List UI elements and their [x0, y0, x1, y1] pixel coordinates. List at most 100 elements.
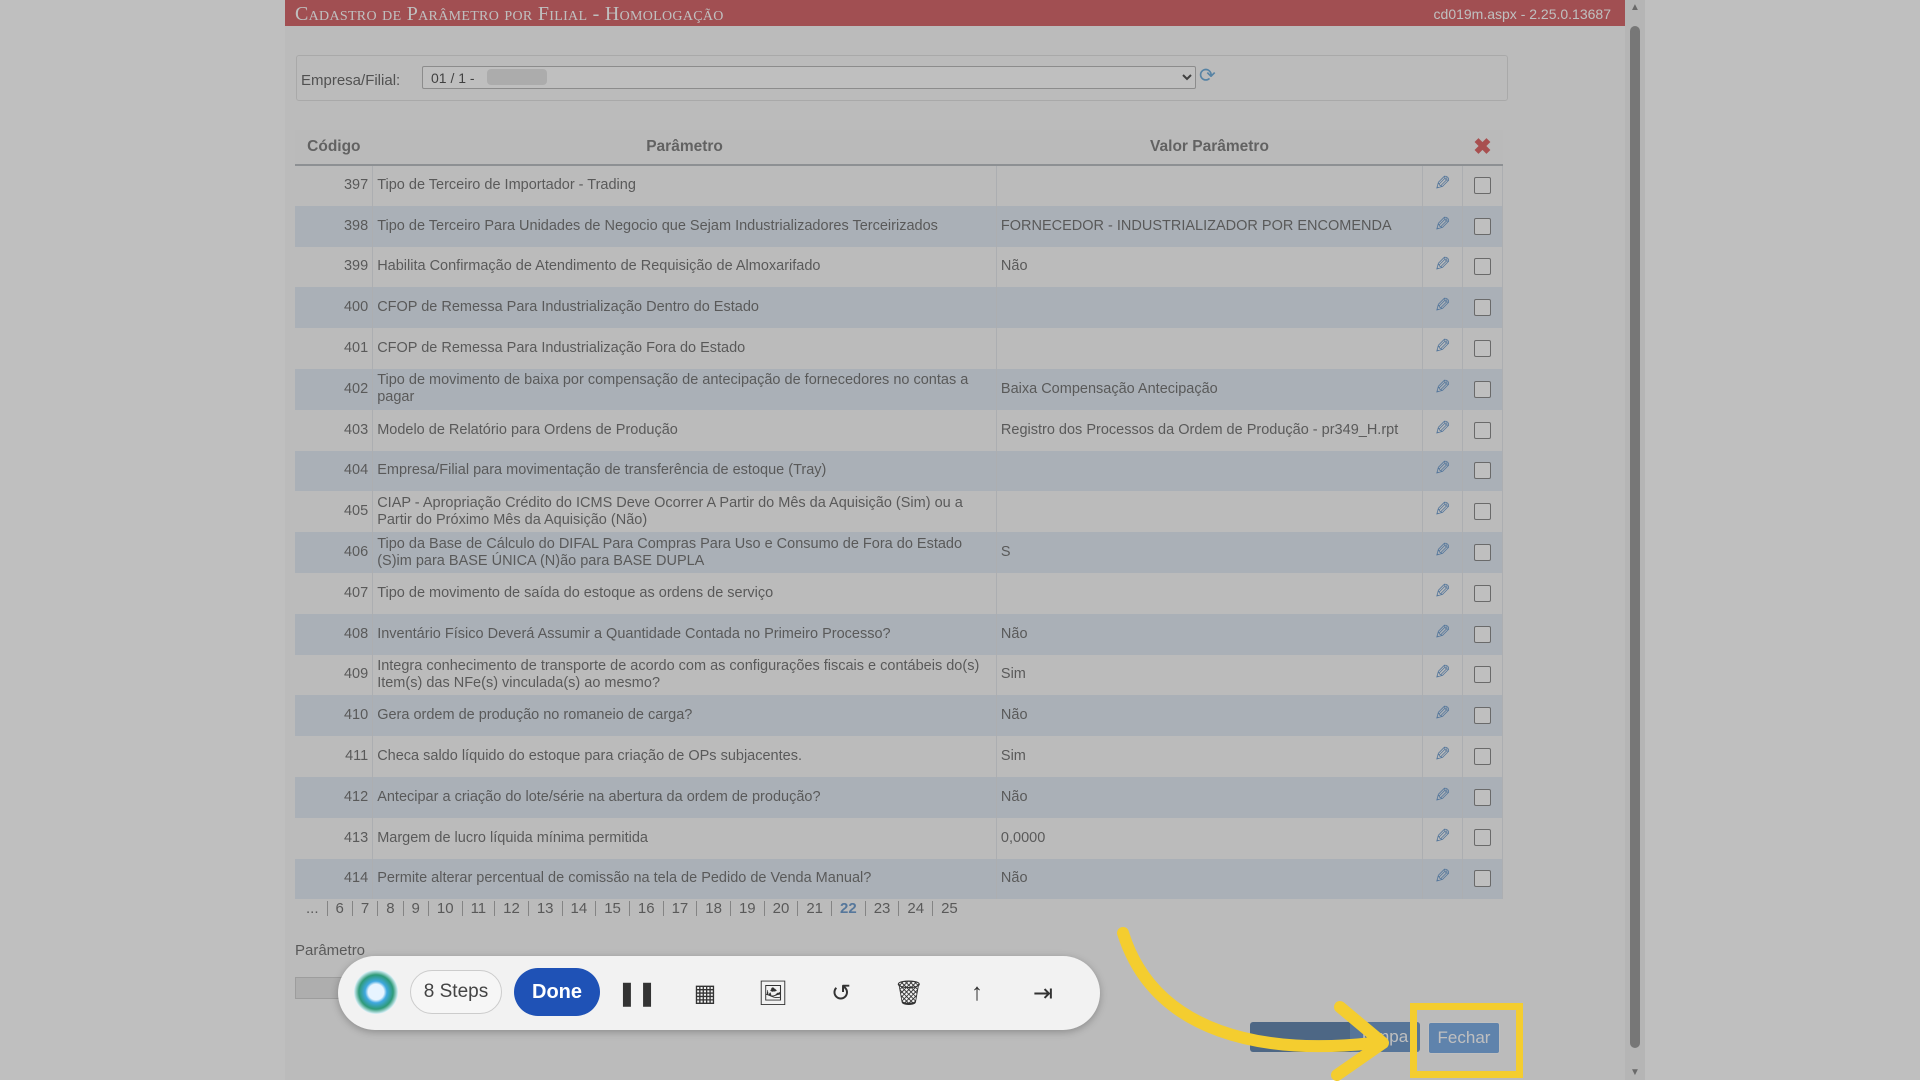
table-row[interactable]: 405 CIAP - Apropriação Crédito do ICMS De… [295, 491, 1503, 533]
table-row[interactable]: 397 Tipo de Terceiro de Importador - Trad… [295, 165, 1503, 206]
page-link[interactable]: 16 [630, 901, 664, 916]
table-row[interactable]: 409 Integra conhecimento de transporte de… [295, 654, 1503, 696]
row-code: 405 [295, 491, 374, 533]
page-link[interactable]: 13 [529, 901, 563, 916]
edit-pencil-icon[interactable]: ✎ [1434, 866, 1451, 888]
row-checkbox[interactable] [1474, 584, 1492, 602]
steps-counter[interactable]: 8 Steps [410, 970, 502, 1014]
row-checkbox[interactable] [1474, 625, 1492, 643]
table-row[interactable]: 402 Tipo de movimento de baixa por compen… [295, 368, 1503, 410]
table-row[interactable]: 412 Antecipar a criação do lote/série na … [295, 776, 1503, 818]
row-checkbox[interactable] [1474, 299, 1492, 317]
row-checkbox[interactable] [1474, 503, 1492, 521]
page-link[interactable]: 8 [378, 901, 404, 916]
table-row[interactable]: 407 Tipo de movimento de saída do estoque… [295, 572, 1503, 614]
header-value[interactable]: Valor Parâmetro [996, 130, 1423, 166]
row-edit: ✎ [1422, 736, 1464, 777]
page-link[interactable]: 9 [404, 901, 429, 916]
page-link[interactable]: 21 [798, 901, 833, 916]
edit-pencil-icon[interactable]: ✎ [1434, 418, 1451, 440]
table-row[interactable]: 400 CFOP de Remessa Para Industrialização… [295, 287, 1503, 329]
row-checkbox[interactable] [1474, 217, 1492, 235]
row-checkbox[interactable] [1474, 829, 1492, 847]
blur-icon[interactable]: ▦ [690, 978, 720, 1008]
edit-pencil-icon[interactable]: ✎ [1434, 377, 1451, 399]
skip-icon[interactable]: ⇥ [1028, 978, 1058, 1008]
edit-pencil-icon[interactable]: ✎ [1434, 499, 1451, 521]
page-link[interactable]: 15 [596, 901, 630, 916]
row-select [1462, 532, 1503, 573]
page-link[interactable]: 12 [495, 901, 529, 916]
row-value: Não [996, 858, 1424, 900]
table-row[interactable]: 403 Modelo de Relatório para Ordens de Pr… [295, 409, 1503, 451]
undo-icon[interactable]: ↺ [826, 978, 856, 1008]
row-checkbox[interactable] [1474, 788, 1492, 806]
row-checkbox[interactable] [1474, 666, 1492, 684]
table-row[interactable]: 399 Habilita Confirmação de Atendimento d… [295, 246, 1503, 288]
delete-selected-icon[interactable]: ✖ [1473, 134, 1491, 159]
page-link[interactable]: ... [298, 901, 328, 916]
edit-pencil-icon[interactable]: ✎ [1434, 295, 1451, 317]
row-checkbox[interactable] [1474, 177, 1492, 195]
page-link[interactable]: 22 [832, 901, 866, 916]
trash-icon[interactable]: 🗑 [894, 978, 924, 1008]
page-link[interactable]: 19 [731, 901, 765, 916]
row-checkbox[interactable] [1474, 543, 1492, 561]
table-row[interactable]: 401 CFOP de Remessa Para Industrialização… [295, 328, 1503, 369]
edit-pencil-icon[interactable]: ✎ [1434, 540, 1451, 562]
edit-pencil-icon[interactable]: ✎ [1434, 744, 1451, 766]
image-icon[interactable]: 🖼 [758, 978, 788, 1008]
row-checkbox[interactable] [1474, 258, 1492, 276]
table-row[interactable]: 404 Empresa/Filial para movimentação de t… [295, 450, 1503, 492]
edit-pencil-icon[interactable]: ✎ [1434, 254, 1451, 276]
row-select [1462, 736, 1503, 777]
table-row[interactable]: 408 Inventário Físico Deverá Assumir a Qu… [295, 613, 1503, 655]
table-row[interactable]: 398 Tipo de Terceiro Para Unidades de Neg… [295, 205, 1503, 247]
done-button[interactable]: Done [514, 968, 600, 1016]
page-link[interactable]: 14 [563, 901, 597, 916]
edit-pencil-icon[interactable]: ✎ [1434, 703, 1451, 725]
table-row[interactable]: 413 Margem de lucro líquida mínima permit… [295, 817, 1503, 859]
vertical-scrollbar[interactable]: ▲ ▼ [1625, 0, 1645, 1080]
edit-pencil-icon[interactable]: ✎ [1434, 826, 1451, 848]
table-row[interactable]: 414 Permite alterar percentual de comissã… [295, 858, 1503, 900]
row-checkbox[interactable] [1474, 380, 1492, 398]
page-link[interactable]: 18 [697, 901, 731, 916]
row-checkbox[interactable] [1474, 462, 1492, 480]
table-row[interactable]: 411 Checa saldo líquido do estoque para c… [295, 736, 1503, 777]
page-link[interactable]: 25 [933, 901, 966, 916]
page-link[interactable]: 17 [664, 901, 698, 916]
edit-pencil-icon[interactable]: ✎ [1434, 785, 1451, 807]
pause-icon[interactable]: ❚❚ [617, 978, 657, 1008]
edit-pencil-icon[interactable]: ✎ [1434, 662, 1451, 684]
edit-pencil-icon[interactable]: ✎ [1434, 622, 1451, 644]
table-row[interactable]: 406 Tipo da Base de Cálculo do DIFAL Para… [295, 532, 1503, 573]
row-checkbox[interactable] [1474, 707, 1492, 725]
page-link[interactable]: 10 [429, 901, 463, 916]
page-link[interactable]: 24 [899, 901, 934, 916]
row-param: Margem de lucro líquida mínima permitida [372, 817, 997, 859]
scroll-down-icon[interactable]: ▼ [1630, 1067, 1640, 1078]
page-link[interactable]: 7 [353, 901, 379, 916]
upload-icon[interactable]: ↑ [962, 978, 992, 1008]
row-checkbox[interactable] [1474, 339, 1492, 357]
edit-pencil-icon[interactable]: ✎ [1434, 458, 1451, 480]
refresh-icon[interactable]: ⟳ [1199, 63, 1216, 88]
table-row[interactable]: 410 Gera ordem de produção no romaneio de… [295, 695, 1503, 737]
edit-pencil-icon[interactable]: ✎ [1434, 336, 1451, 358]
header-param[interactable]: Parâmetro [372, 130, 997, 166]
scrollbar-thumb[interactable] [1630, 26, 1640, 1048]
row-checkbox[interactable] [1474, 870, 1492, 888]
edit-pencil-icon[interactable]: ✎ [1434, 581, 1451, 603]
page-link[interactable]: 6 [328, 901, 353, 916]
edit-pencil-icon[interactable]: ✎ [1434, 214, 1451, 236]
row-value [996, 491, 1424, 533]
row-checkbox[interactable] [1474, 421, 1492, 439]
row-checkbox[interactable] [1474, 747, 1492, 765]
edit-pencil-icon[interactable]: ✎ [1434, 173, 1451, 195]
page-link[interactable]: 20 [765, 901, 799, 916]
header-code[interactable]: Código [295, 130, 373, 166]
scroll-up-icon[interactable]: ▲ [1630, 2, 1640, 13]
page-link[interactable]: 23 [866, 901, 900, 916]
page-link[interactable]: 11 [463, 901, 496, 916]
